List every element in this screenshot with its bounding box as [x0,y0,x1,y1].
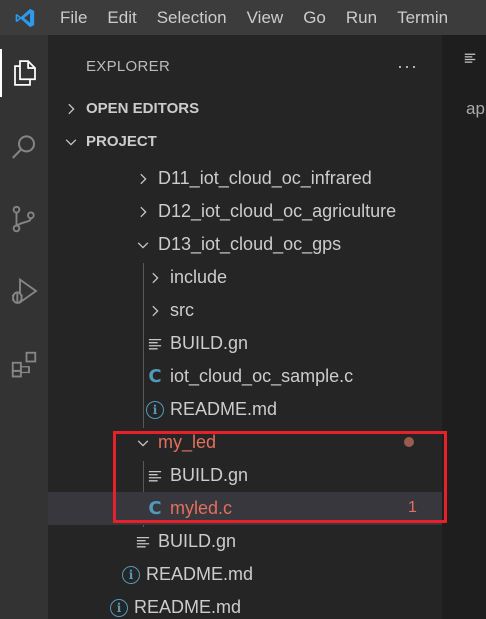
info-icon: i [120,565,142,584]
explorer-title: EXPLORER [86,57,171,75]
extensions-icon[interactable] [0,340,48,388]
source-control-icon[interactable] [0,195,48,243]
chevron-right-icon [144,271,166,285]
file-lines-icon [464,51,476,69]
menu-view[interactable]: View [237,0,294,35]
tree-item-label: README.md [134,597,242,617]
tree-item-label: D12_iot_cloud_oc_agriculture [158,201,397,221]
editor-area: ap [442,35,486,619]
menu-terminal[interactable]: Termin [387,0,458,35]
chevron-right-icon [132,172,154,186]
chevron-right-icon [132,205,154,219]
tree-item-label: iot_cloud_oc_sample.c [170,366,354,386]
chevron-down-icon [48,135,86,149]
editor-tab[interactable] [442,35,486,85]
chevron-down-icon [132,238,154,252]
menu-run[interactable]: Run [336,0,387,35]
menu-selection[interactable]: Selection [147,0,237,35]
breadcrumb[interactable]: ap [466,99,485,119]
tree-file-readme[interactable]: i README.md [48,393,442,426]
tree-item-label: include [170,267,228,287]
menu-edit[interactable]: Edit [97,0,146,35]
explorer-header: EXPLORER ··· [48,35,442,97]
run-debug-icon[interactable] [0,267,48,315]
tree-file-build-gn[interactable]: BUILD.gn [48,525,442,558]
tree-item-label: BUILD.gn [170,333,249,353]
tree-folder-d13[interactable]: D13_iot_cloud_oc_gps [48,228,442,261]
tree-item-label: D13_iot_cloud_oc_gps [158,234,342,254]
tree-file-iot-cloud-oc-sample[interactable]: C iot_cloud_oc_sample.c [48,360,442,393]
file-lines-icon [144,337,166,351]
file-lines-icon [132,535,154,549]
tree-item-label: src [170,300,194,320]
section-open-editors[interactable]: OPEN EDITORS [48,92,442,125]
chevron-right-icon [144,304,166,318]
tree-folder-d11[interactable]: D11_iot_cloud_oc_infrared [48,162,442,195]
more-actions-icon[interactable]: ··· [397,56,418,77]
explorer-sidebar: EXPLORER ··· OPEN EDITORS PROJECT D11_io… [48,35,442,619]
tree-item-label: README.md [146,564,254,584]
tree-file-readme[interactable]: i README.md [48,591,442,619]
menu-bar: File Edit Selection View Go Run Termin [0,0,486,35]
tree-folder-include[interactable]: include [48,261,442,294]
tree-file-build-gn[interactable]: BUILD.gn [48,327,442,360]
section-project[interactable]: PROJECT [48,125,442,158]
chevron-right-icon [48,102,86,116]
menu-go[interactable]: Go [293,0,336,35]
tree-item-label: D11_iot_cloud_oc_infrared [158,168,372,188]
c-file-icon: C [148,366,162,387]
section-project-label: PROJECT [86,133,157,150]
tree-item-label: BUILD.gn [158,531,237,551]
activity-bar [0,35,48,619]
section-open-editors-label: OPEN EDITORS [86,100,200,117]
tree-folder-src[interactable]: src [48,294,442,327]
vscode-logo-icon [0,0,50,35]
explorer-icon[interactable] [0,49,48,97]
search-icon[interactable] [0,123,48,171]
info-icon: i [144,400,166,419]
menu-file[interactable]: File [50,0,97,35]
info-icon: i [108,598,130,617]
editor-tab-bar [442,35,486,85]
highlight-box [113,431,447,523]
tree-item-label: README.md [170,399,278,419]
tree-file-readme[interactable]: i README.md [48,558,442,591]
tree-folder-d12[interactable]: D12_iot_cloud_oc_agriculture [48,195,442,228]
